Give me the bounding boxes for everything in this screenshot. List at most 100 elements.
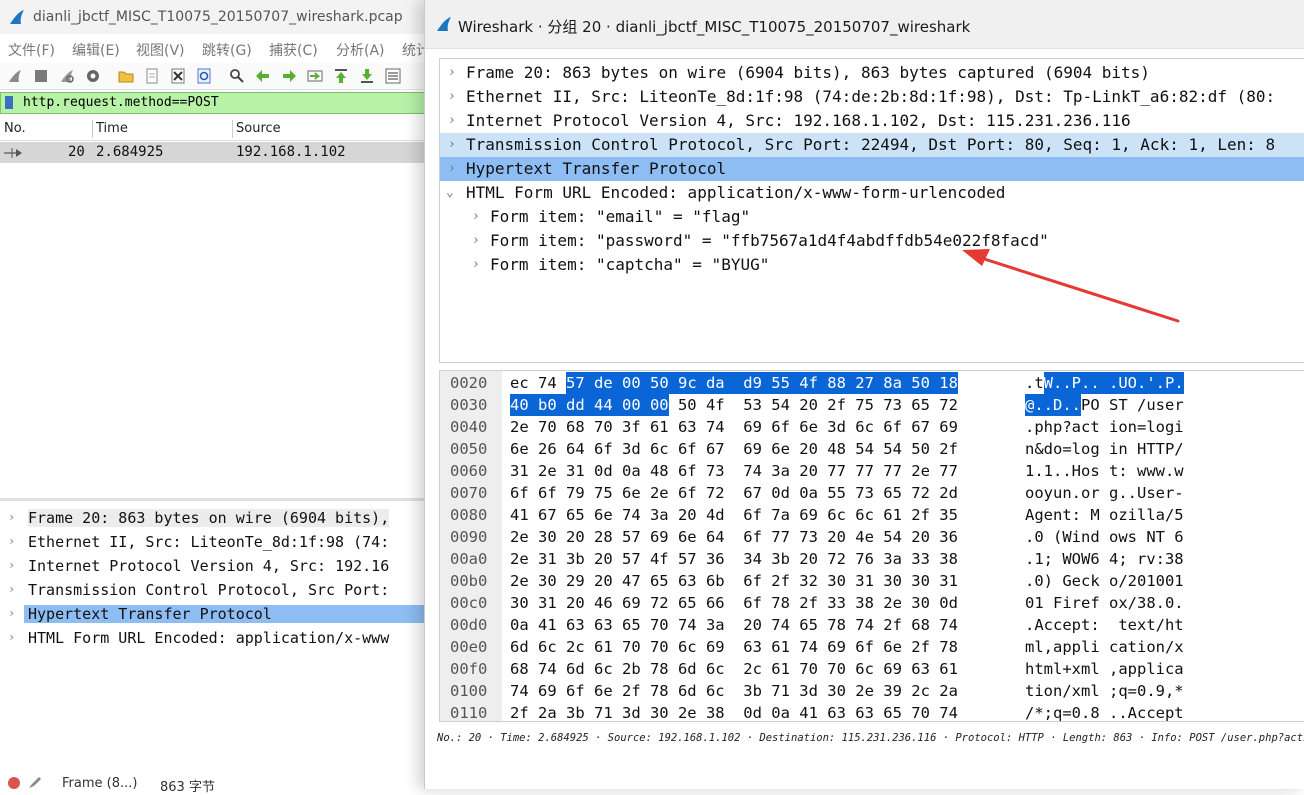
ascii-dump[interactable]: .0 (Wind ows NT 6	[1025, 526, 1184, 548]
restart-icon[interactable]	[58, 67, 76, 85]
hex-bytes-segment[interactable]: 6d 6c 2c 61 70 70 6c 69 63 61 74 69 6f 6…	[510, 636, 958, 658]
ascii-segment[interactable]: html+xml ,applica	[1025, 658, 1184, 680]
hex-bytes-segment[interactable]: 50 4f 53 54 20 2f 75 73 65 72	[669, 394, 958, 416]
hex-bytes-segment[interactable]: 2e 30 29 20 47 65 63 6b 6f 2f 32 30 31 3…	[510, 570, 958, 592]
ascii-segment[interactable]: n&do=log in HTTP/	[1025, 438, 1184, 460]
detail-row-form-encoded[interactable]: ⌄ HTML Form URL Encoded: application/x-w…	[440, 181, 1304, 205]
display-filter-input[interactable]: http.request.method==POST	[23, 95, 219, 110]
hex-row[interactable]: 00c0 30 31 20 46 69 72 65 66 6f 78 2f 33 …	[440, 592, 1304, 614]
hex-bytes[interactable]: 6f 6f 79 75 6e 2e 6f 72 67 0d 0a 55 73 6…	[510, 482, 958, 504]
main-tree-row[interactable]: › Internet Protocol Version 4, Src: 192.…	[0, 556, 440, 578]
ascii-dump[interactable]: 01 Firef ox/38.0.	[1025, 592, 1184, 614]
hex-bytes[interactable]: 6e 26 64 6f 3d 6c 6f 67 69 6e 20 48 54 5…	[510, 438, 958, 460]
menu-edit[interactable]: 编辑(E)	[72, 40, 120, 60]
shark-fin-start-icon[interactable]	[6, 67, 24, 85]
find-icon[interactable]	[228, 67, 246, 85]
close-file-icon[interactable]	[169, 67, 187, 85]
ascii-segment[interactable]: .t	[1025, 372, 1044, 394]
hex-bytes[interactable]: 2e 30 20 28 57 69 6e 64 6f 77 73 20 4e 5…	[510, 526, 958, 548]
detail-row-form-item-email[interactable]: › Form item: "email" = "flag"	[440, 205, 1304, 229]
menu-go[interactable]: 跳转(G)	[202, 40, 252, 60]
ascii-dump[interactable]: /*;q=0.8 ..Accept	[1025, 702, 1184, 721]
chevron-right-icon[interactable]: ›	[8, 510, 15, 524]
last-packet-icon[interactable]	[358, 67, 376, 85]
packet-row[interactable]: 20 2.684925 192.168.1.102	[0, 142, 440, 163]
hex-row[interactable]: 0060 31 2e 31 0d 0a 48 6f 73 74 3a 20 77 …	[440, 460, 1304, 482]
ascii-dump[interactable]: 1.1..Hos t: www.w	[1025, 460, 1184, 482]
packet-bytes-pane[interactable]: 0020 ec 74 57 de 00 50 9c da d9 55 4f 88 …	[439, 370, 1304, 722]
pane-splitter[interactable]	[0, 498, 440, 501]
ascii-dump[interactable]: ooyun.or g..User-	[1025, 482, 1184, 504]
detail-row-frame[interactable]: › Frame 20: 863 bytes on wire (6904 bits…	[440, 61, 1304, 85]
hex-bytes[interactable]: 30 31 20 46 69 72 65 66 6f 78 2f 33 38 2…	[510, 592, 958, 614]
chevron-right-icon[interactable]: ›	[472, 209, 480, 224]
detail-row-tcp[interactable]: › Transmission Control Protocol, Src Por…	[440, 133, 1304, 157]
main-tree-row[interactable]: › HTML Form URL Encoded: application/x-w…	[0, 628, 440, 650]
hex-bytes[interactable]: 40 b0 dd 44 00 00 50 4f 53 54 20 2f 75 7…	[510, 394, 958, 416]
ascii-dump[interactable]: @..D..PO ST /user	[1025, 394, 1184, 416]
hex-bytes-segment[interactable]: 0a 41 63 63 65 70 74 3a 20 74 65 78 74 2…	[510, 614, 958, 636]
hex-row[interactable]: 00b0 2e 30 29 20 47 65 63 6b 6f 2f 32 30 …	[440, 570, 1304, 592]
hex-bytes[interactable]: 0a 41 63 63 65 70 74 3a 20 74 65 78 74 2…	[510, 614, 958, 636]
detail-row-ethernet[interactable]: › Ethernet II, Src: LiteonTe_8d:1f:98 (7…	[440, 85, 1304, 109]
hex-bytes-segment[interactable]: 74 69 6f 6e 2f 78 6d 6c 3b 71 3d 30 2e 3…	[510, 680, 958, 702]
hex-bytes-segment[interactable]: 2e 30 20 28 57 69 6e 64 6f 77 73 20 4e 5…	[510, 526, 958, 548]
edit-comment-icon[interactable]	[28, 776, 42, 789]
ascii-segment[interactable]: Agent: M ozilla/5	[1025, 504, 1184, 526]
ascii-dump[interactable]: Agent: M ozilla/5	[1025, 504, 1184, 526]
error-status-icon[interactable]	[8, 777, 20, 789]
hex-bytes-segment[interactable]: 31 2e 31 0d 0a 48 6f 73 74 3a 20 77 77 7…	[510, 460, 958, 482]
reload-icon[interactable]	[195, 67, 213, 85]
detail-row-form-item-password[interactable]: › Form item: "password" = "ffb7567a1d4f4…	[440, 229, 1304, 253]
chevron-right-icon[interactable]: ›	[8, 534, 15, 548]
chevron-right-icon[interactable]: ›	[8, 582, 15, 596]
column-no[interactable]: No.	[4, 121, 26, 136]
hex-row[interactable]: 00a0 2e 31 3b 20 57 4f 57 36 34 3b 20 72 …	[440, 548, 1304, 570]
ascii-dump[interactable]: .0) Geck o/201001	[1025, 570, 1184, 592]
hex-bytes[interactable]: 2e 70 68 70 3f 61 63 74 69 6f 6e 3d 6c 6…	[510, 416, 958, 438]
chevron-right-icon[interactable]: ›	[448, 161, 456, 176]
goto-packet-icon[interactable]	[306, 67, 324, 85]
ascii-segment[interactable]: /*;q=0.8 ..Accept	[1025, 702, 1184, 721]
ascii-segment[interactable]: .php?act ion=logi	[1025, 416, 1184, 438]
hex-bytes[interactable]: 31 2e 31 0d 0a 48 6f 73 74 3a 20 77 77 7…	[510, 460, 958, 482]
ascii-dump[interactable]: .tW..P.. .UO.'.P.	[1025, 372, 1184, 394]
hex-bytes[interactable]: 68 74 6d 6c 2b 78 6d 6c 2c 61 70 70 6c 6…	[510, 658, 958, 680]
hex-row[interactable]: 00d0 0a 41 63 63 65 70 74 3a 20 74 65 78 …	[440, 614, 1304, 636]
hex-bytes-segment[interactable]: 30 31 20 46 69 72 65 66 6f 78 2f 33 38 2…	[510, 592, 958, 614]
chevron-right-icon[interactable]: ›	[448, 65, 456, 80]
chevron-right-icon[interactable]: ›	[8, 606, 15, 620]
menu-file[interactable]: 文件(F)	[8, 40, 55, 60]
ascii-segment[interactable]: 01 Firef ox/38.0.	[1025, 592, 1184, 614]
chevron-right-icon[interactable]: ›	[448, 137, 456, 152]
ascii-segment[interactable]: .0) Geck o/201001	[1025, 570, 1184, 592]
ascii-segment[interactable]: ooyun.or g..User-	[1025, 482, 1184, 504]
menu-capture[interactable]: 捕获(C)	[269, 40, 318, 60]
hex-row[interactable]: 0050 6e 26 64 6f 3d 6c 6f 67 69 6e 20 48 …	[440, 438, 1304, 460]
ascii-segment[interactable]: tion/xml ;q=0.9,*	[1025, 680, 1184, 702]
ascii-dump[interactable]: .php?act ion=logi	[1025, 416, 1184, 438]
hex-bytes[interactable]: 74 69 6f 6e 2f 78 6d 6c 3b 71 3d 30 2e 3…	[510, 680, 958, 702]
chevron-right-icon[interactable]: ›	[448, 89, 456, 104]
ascii-segment[interactable]: 1.1..Hos t: www.w	[1025, 460, 1184, 482]
hex-row[interactable]: 00e0 6d 6c 2c 61 70 70 6c 69 63 61 74 69 …	[440, 636, 1304, 658]
column-time[interactable]: Time	[96, 121, 128, 136]
ascii-selected[interactable]: W..P.. .UO.'.P.	[1043, 372, 1184, 394]
ascii-segment[interactable]: .0 (Wind ows NT 6	[1025, 526, 1184, 548]
main-tree-row[interactable]: › Frame 20: 863 bytes on wire (6904 bits…	[0, 508, 440, 530]
chevron-right-icon[interactable]: ›	[8, 630, 15, 644]
hex-bytes[interactable]: 6d 6c 2c 61 70 70 6c 69 63 61 74 69 6f 6…	[510, 636, 958, 658]
bookmark-icon[interactable]	[5, 96, 13, 109]
ascii-dump[interactable]: ml,appli cation/x	[1025, 636, 1184, 658]
menu-view[interactable]: 视图(V)	[136, 40, 185, 60]
hex-row[interactable]: 0020 ec 74 57 de 00 50 9c da d9 55 4f 88 …	[440, 372, 1304, 394]
ascii-segment[interactable]: ml,appli cation/x	[1025, 636, 1184, 658]
hex-row[interactable]: 0100 74 69 6f 6e 2f 78 6d 6c 3b 71 3d 30 …	[440, 680, 1304, 702]
column-separator[interactable]	[232, 120, 233, 138]
hex-bytes-segment[interactable]: 2e 70 68 70 3f 61 63 74 69 6f 6e 3d 6c 6…	[510, 416, 958, 438]
menu-analyze[interactable]: 分析(A)	[336, 40, 385, 60]
ascii-segment[interactable]: .1; WOW6 4; rv:38	[1025, 548, 1184, 570]
hex-row[interactable]: 0110 2f 2a 3b 71 3d 30 2e 38 0d 0a 41 63 …	[440, 702, 1304, 721]
display-filter-bar[interactable]: http.request.method==POST	[0, 92, 440, 114]
hex-bytes-segment[interactable]: ec 74	[510, 372, 566, 394]
